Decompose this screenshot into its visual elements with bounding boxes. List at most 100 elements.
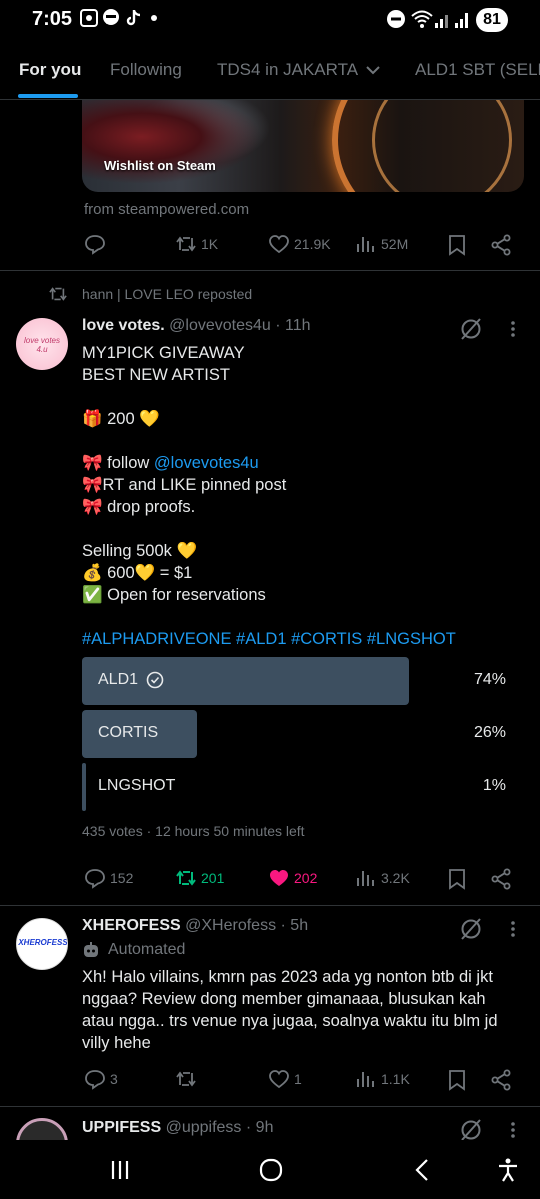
repost-button[interactable]: 1K — [175, 233, 218, 255]
reply-button[interactable]: 152 — [84, 867, 133, 889]
poll-option[interactable]: LNGSHOT 1% — [82, 763, 524, 811]
mention-link[interactable]: @lovevotes4u — [154, 454, 259, 472]
grok-icon[interactable] — [458, 916, 484, 942]
post-header: UPPIFESS @uppifess · 9h — [82, 1119, 273, 1137]
repost-attribution[interactable]: hann | LOVE LEO reposted — [48, 285, 252, 303]
post-line: 💰 600💛 = $1 — [82, 564, 193, 582]
bot-icon — [84, 942, 98, 957]
post-time[interactable]: · 5h — [281, 917, 309, 934]
heart-icon — [269, 1070, 289, 1089]
active-tab-indicator — [18, 94, 78, 98]
views-button[interactable]: 3.2K — [355, 867, 410, 889]
views-count: 3.2K — [381, 870, 410, 886]
like-count: 202 — [294, 870, 318, 886]
talk-icon — [103, 9, 119, 25]
post2-actions: 152 201 202 3.2K — [0, 867, 540, 891]
chevron-down-icon[interactable] — [364, 61, 382, 79]
views-button[interactable]: 52M — [355, 233, 408, 255]
grok-icon[interactable] — [458, 316, 484, 342]
poll-meta: 435 votes · 12 hours 50 minutes left — [82, 823, 305, 839]
notification-dot — [151, 15, 157, 21]
post-time[interactable]: · 11h — [275, 317, 310, 334]
poll-option-percent: 74% — [473, 671, 506, 688]
card-source[interactable]: from steampowered.com — [84, 201, 249, 218]
poll-option-percent: 1% — [482, 777, 506, 794]
author-handle[interactable]: @XHerofess — [185, 917, 276, 934]
post-line: BEST NEW ARTIST — [82, 366, 230, 384]
reply-count: 3 — [110, 1071, 118, 1087]
repost-count: 1K — [201, 236, 219, 252]
system-nav-bar — [0, 1140, 540, 1199]
check-circle-icon — [146, 671, 164, 689]
more-options-icon[interactable] — [510, 1121, 516, 1139]
link-card-image[interactable]: Wishlist on Steam — [82, 100, 524, 192]
reply-count: 152 — [110, 870, 134, 886]
author-name[interactable]: love votes. — [82, 317, 165, 334]
post-text: Xh! Halo villains, kmrn pas 2023 ada yg … — [82, 968, 498, 1052]
reply-icon — [85, 1070, 105, 1090]
post-divider — [0, 270, 540, 271]
reply-button[interactable]: 3 — [84, 1068, 118, 1090]
tab-ald1-sbt[interactable]: ALD1 SBT (SELL — [415, 60, 540, 80]
author-handle[interactable]: @uppifess — [166, 1119, 242, 1136]
repost-button[interactable]: 201 — [175, 867, 224, 889]
views-button[interactable]: 1.1K — [355, 1068, 410, 1090]
share-icon[interactable] — [490, 234, 512, 256]
post-line: Selling 500k 💛 — [82, 542, 198, 560]
heart-filled-icon — [270, 870, 288, 886]
post1-actions: 1K 21.9K 52M — [0, 233, 540, 257]
poll-option-label: ALD1 — [98, 671, 139, 688]
wifi-icon — [411, 10, 433, 28]
author-name[interactable]: UPPIFESS — [82, 1119, 161, 1136]
tab-tds4-jakarta[interactable]: TDS4 in JAKARTA — [217, 60, 358, 80]
repost-button[interactable] — [175, 1068, 197, 1090]
post-divider — [0, 905, 540, 906]
like-button[interactable]: 21.9K — [268, 233, 331, 255]
reply-button[interactable] — [84, 233, 106, 255]
author-handle[interactable]: @lovevotes4u — [169, 317, 271, 334]
home-icon[interactable] — [258, 1158, 284, 1182]
like-button[interactable]: 202 — [268, 867, 317, 889]
dnd-icon — [387, 10, 405, 28]
poll-option[interactable]: CORTIS 26% — [82, 710, 524, 758]
back-icon[interactable] — [412, 1158, 432, 1182]
repost-icon — [176, 236, 196, 252]
share-icon[interactable] — [490, 1069, 512, 1091]
heart-icon — [269, 235, 289, 254]
avatar[interactable]: XHEROFESS — [16, 918, 68, 970]
battery-indicator: 81 — [476, 8, 508, 32]
card-label: Wishlist on Steam — [104, 158, 216, 173]
author-name[interactable]: XHEROFESS — [82, 917, 181, 934]
avatar[interactable]: love votes 4.u — [16, 318, 68, 370]
tab-for-you[interactable]: For you — [19, 60, 81, 80]
post-line: 🎀RT and LIKE pinned post — [82, 476, 287, 494]
post-header: love votes. @lovevotes4u · 11h — [82, 317, 311, 335]
status-bar: 7:05 81 — [0, 0, 540, 44]
more-options-icon[interactable] — [510, 920, 516, 938]
views-icon — [357, 1072, 374, 1087]
like-button[interactable]: 1 — [268, 1068, 302, 1090]
automated-text: Automated — [108, 941, 186, 958]
signal-icon — [435, 15, 448, 28]
post-time[interactable]: · 9h — [246, 1119, 274, 1136]
reply-icon — [85, 869, 105, 889]
post-line: 🎁 200 💛 — [82, 410, 160, 428]
like-count: 1 — [294, 1071, 302, 1087]
hashtags[interactable]: #ALPHADRIVEONE #ALD1 #CORTIS #LNGSHOT — [82, 628, 522, 650]
poll-option[interactable]: ALD1 74% — [82, 657, 524, 705]
repost-count: 201 — [201, 870, 225, 886]
tab-following[interactable]: Following — [110, 60, 182, 80]
repost-icon — [176, 1071, 196, 1087]
accessibility-icon[interactable] — [496, 1157, 520, 1183]
more-options-icon[interactable] — [510, 320, 516, 338]
recents-icon[interactable] — [108, 1158, 132, 1182]
post3-actions: 3 1 1.1K — [0, 1068, 540, 1092]
share-icon[interactable] — [490, 868, 512, 890]
screen-record-icon — [80, 9, 98, 27]
signal-icon-2 — [455, 13, 468, 28]
poll-option-label: CORTIS — [98, 724, 159, 741]
bookmark-icon[interactable] — [447, 1069, 467, 1091]
bookmark-icon[interactable] — [447, 868, 467, 890]
bookmark-icon[interactable] — [447, 234, 467, 256]
status-time: 7:05 — [32, 8, 73, 30]
